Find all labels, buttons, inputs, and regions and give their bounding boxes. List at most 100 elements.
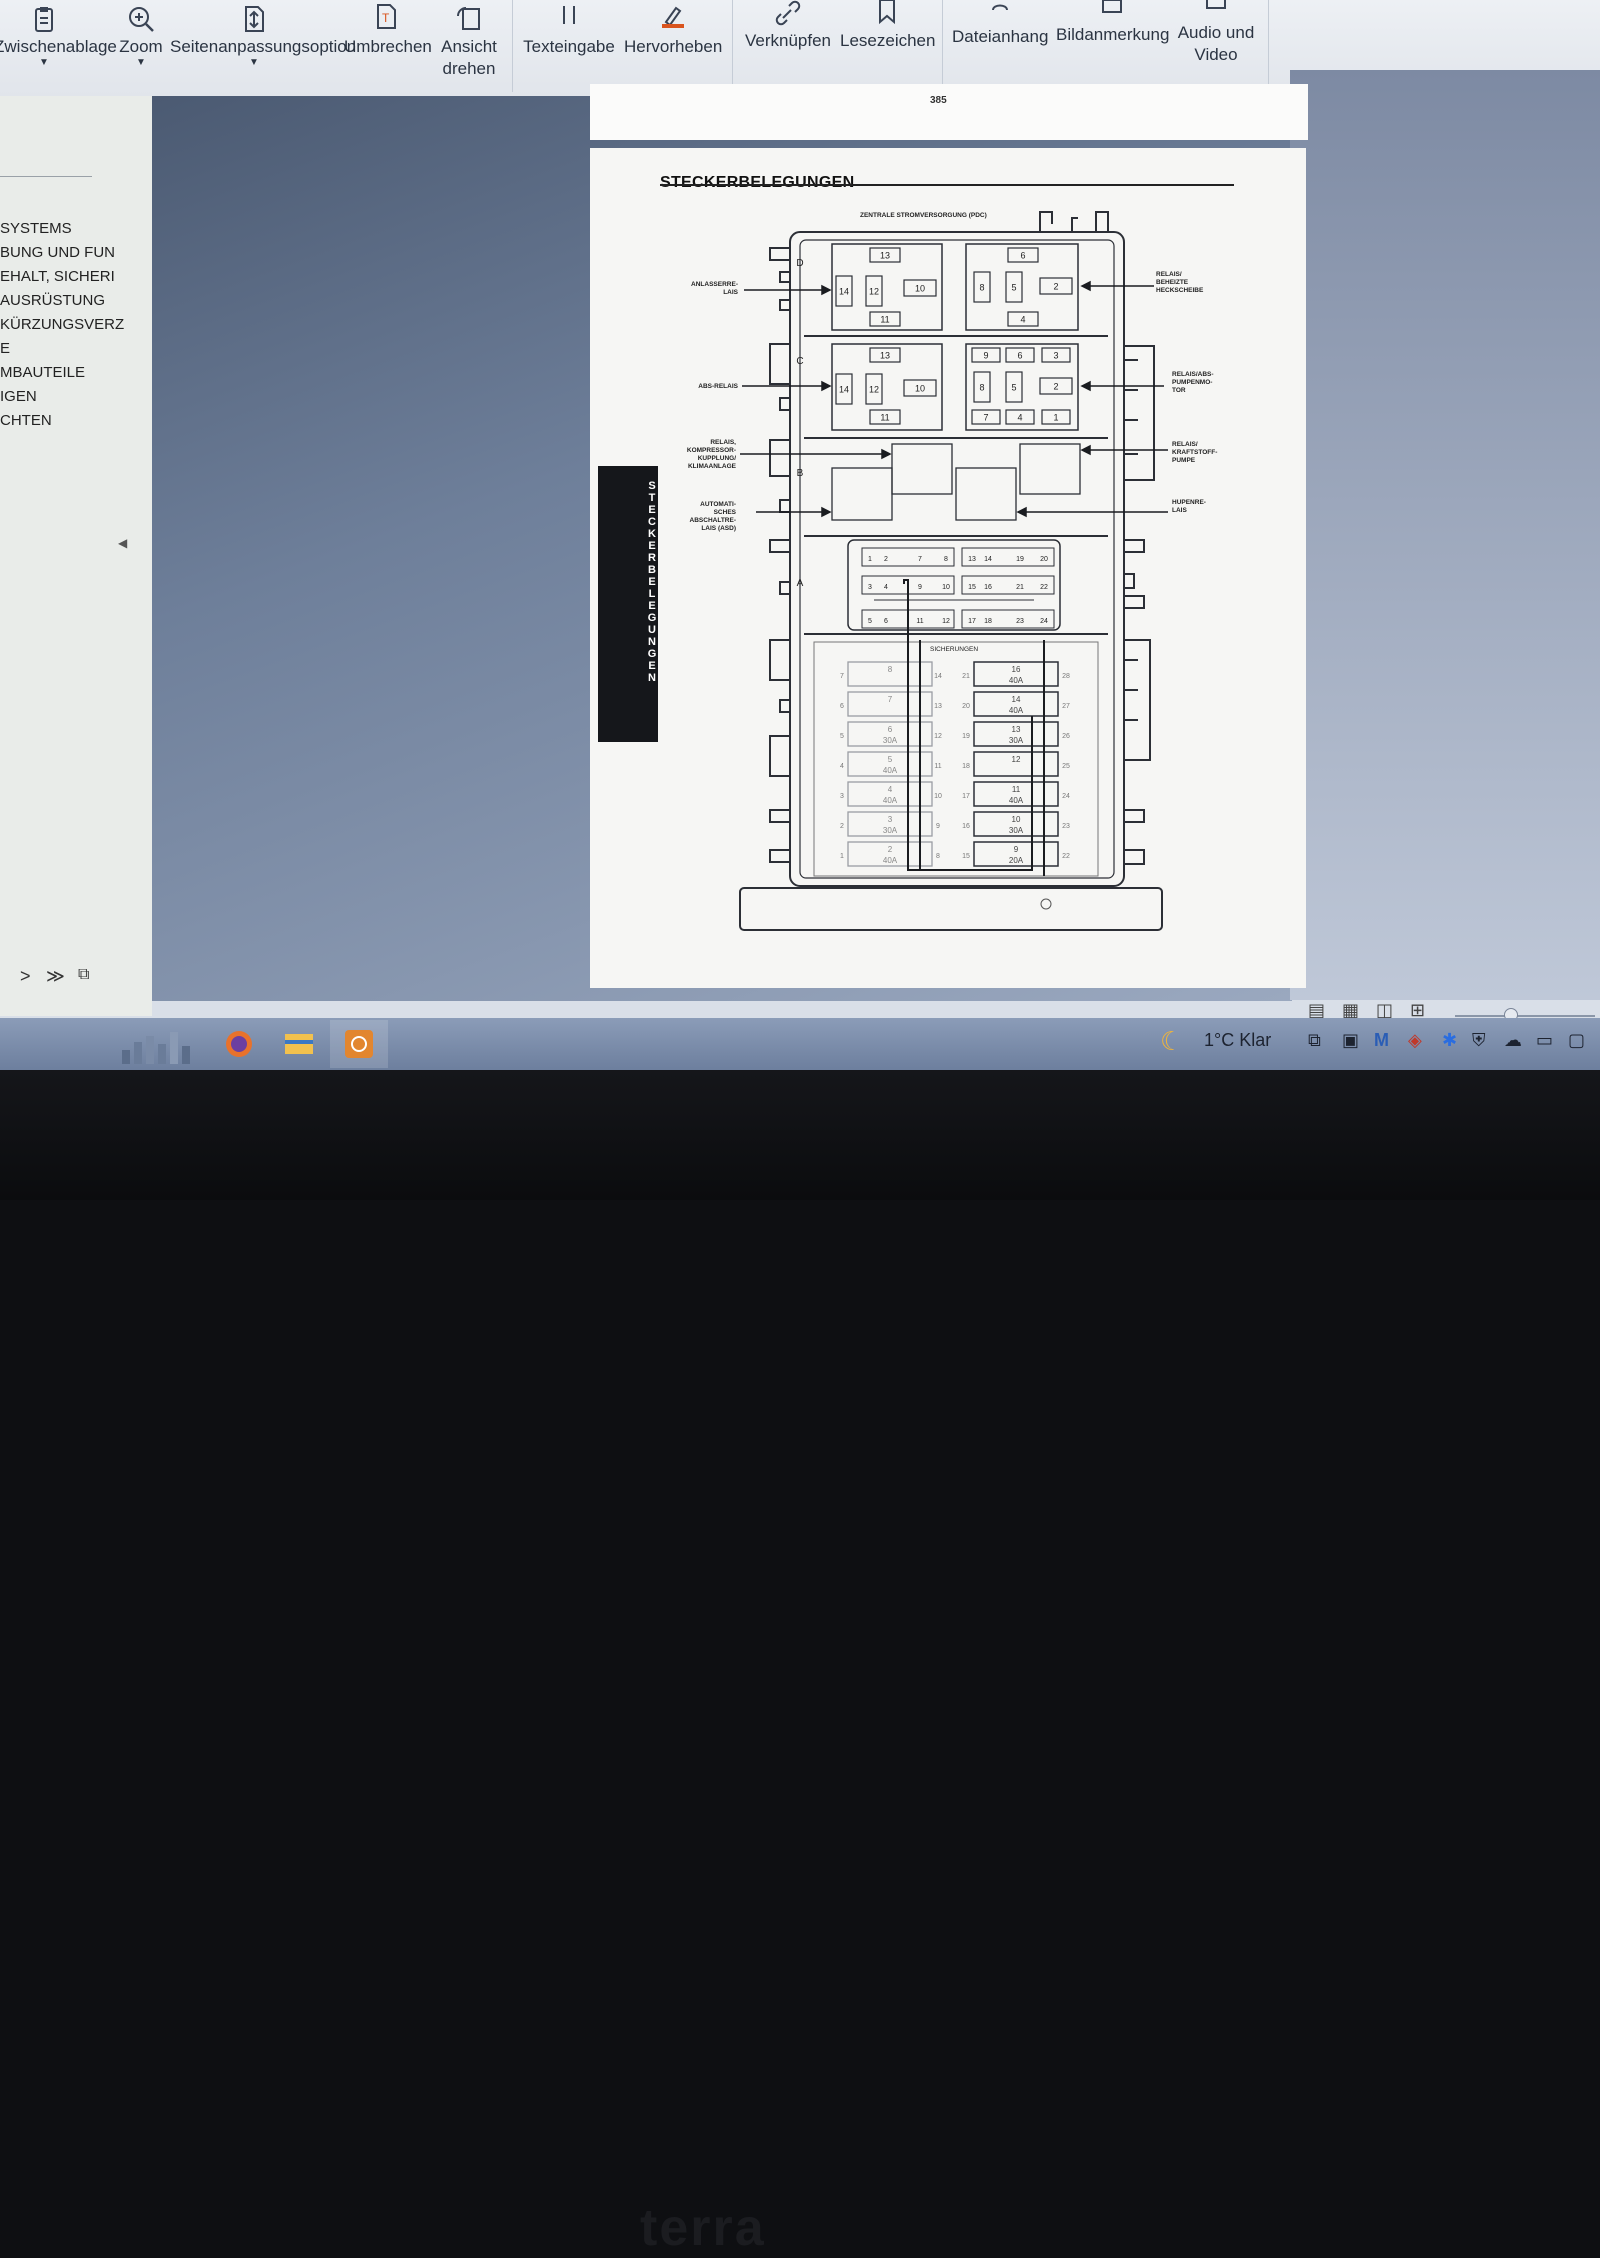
fuse-rating: 40A [883,796,898,805]
pdf-reader-taskbar-button[interactable] [330,1020,388,1068]
app-m-icon[interactable]: M [1374,1030,1389,1051]
page-fit-button[interactable]: Seitenanpassungsoption ▼ [170,0,357,92]
rotate-view-button[interactable]: Ansicht drehen [436,0,502,92]
fuse-rating: 40A [883,766,898,775]
relay-terminal-number: 13 [880,251,890,261]
clipboard-button[interactable]: Zwischenablage ▼ [0,0,117,92]
outline-item[interactable]: EHALT, SICHERI [0,268,150,285]
fuse-slot-number: 12 [934,733,942,740]
firefox-taskbar-button[interactable] [210,1020,268,1068]
fuse-slot-number: 2 [840,823,844,830]
toolbar-separator [732,0,733,92]
image-annotation-button[interactable]: Bildanmerkung [1056,0,1170,80]
copy-page-icon[interactable]: ⧉ [78,966,89,984]
left-callout-label: ABS-RELAIS [698,383,738,390]
fuse-number: 4 [888,785,893,794]
outline-item[interactable]: IGEN [0,388,150,405]
file-explorer-taskbar-button[interactable] [270,1020,328,1068]
page-fit-label: Seitenanpassungsoption [170,37,357,56]
relay-terminal-number: 8 [979,383,984,393]
relay-terminal-number: 11 [880,315,889,325]
connector-pin-number: 21 [1016,584,1024,591]
connector-pin-number: 11 [916,618,923,625]
meet-now-icon[interactable]: ⧉ [1308,1030,1321,1051]
relay-terminal-number: 7 [983,413,988,423]
zoom-button[interactable]: Zoom ▼ [116,0,166,92]
fuse-slot-number: 17 [962,793,970,800]
outline-item[interactable]: AUSRÜSTUNG [0,292,150,309]
outline-item[interactable]: MBAUTEILE [0,364,150,381]
network-folder-icon[interactable]: ▣ [1342,1030,1359,1051]
connector-pin-number: 14 [984,556,992,563]
fuse-number: 5 [888,755,893,764]
connector-pin-number: 3 [868,584,872,591]
bookmark-button[interactable]: Lesezeichen [840,0,935,86]
last-page-button[interactable]: ≫ [46,966,65,987]
fuse-number: 3 [888,815,893,824]
fuse-slot-number: 9 [936,823,940,830]
page-number: 385 [930,95,947,106]
fuse-number: 9 [1014,845,1019,854]
highlight-label: Hervorheben [624,37,723,56]
connector-pin-number: 19 [1016,556,1024,563]
outline-item[interactable]: SYSTEMS [0,220,150,237]
fuse-number: 13 [1012,725,1021,734]
highlight-button[interactable]: Hervorheben [624,0,722,92]
fuse-rating: 40A [883,856,898,865]
next-page-button[interactable]: > [20,966,31,987]
text-input-button[interactable]: Texteingabe [522,0,616,92]
pdc-diagram: ANLASSERRE-LAISABS-RELAISRELAIS,KOMPRESS… [687,211,1217,931]
svg-text:T: T [382,11,390,25]
weather-text[interactable]: 1°C Klar [1204,1030,1271,1051]
relay-terminal-number: 10 [915,284,925,294]
connector-pin-number: 17 [968,618,976,625]
right-callout-label: HUPENRE- [1172,499,1206,506]
clipboard-label: Zwischenablage [0,37,117,56]
link-button[interactable]: Verknüpfen [744,0,832,86]
outline-item[interactable]: BUNG UND FUN [0,244,150,261]
relay-terminal-number: 6 [1017,351,1022,361]
link-icon [775,0,801,26]
left-callout-label: ABSCHALTRE- [690,517,736,524]
attachment-button[interactable]: Dateianhang [952,0,1048,82]
chevron-down-icon: ▼ [249,57,259,68]
fuse-slot-number: 4 [840,763,844,770]
connector-pin-number: 2 [884,556,888,563]
connector-pin-number: 16 [984,584,992,591]
right-callout-label: BEHEIZTE [1156,279,1189,286]
outline-item[interactable]: CHTEN [0,412,150,429]
fuse-slot-number: 5 [840,733,844,740]
security-icon[interactable]: ⛨ [1472,1030,1486,1051]
fuse-number: 12 [1012,755,1021,764]
zoom-slider-track[interactable] [1455,1015,1595,1017]
previous-page [590,84,1308,140]
left-callout-label: RELAIS, [710,439,736,446]
outline-item[interactable]: KÜRZUNGSVERZ [0,316,150,333]
monitor-bezel: terra [0,1070,1600,2257]
collapse-panel-icon[interactable]: ◀ [118,536,127,550]
moon-weather-icon: ☾ [1160,1026,1184,1056]
cloud-icon[interactable]: ☁ [1504,1030,1522,1051]
fuse-slot-number: 28 [1062,673,1070,680]
chevron-down-icon: ▼ [136,57,146,68]
section-letter: B [797,468,804,479]
outline-item[interactable]: E [0,340,150,357]
image-annotation-label: Bildanmerkung [1056,25,1170,44]
right-callout-label: TOR [1172,387,1186,394]
display-icon[interactable]: ▢ [1568,1030,1585,1051]
reflow-button[interactable]: T Umbrechen [344,0,432,92]
app-tray-icon[interactable]: ◈ [1408,1030,1422,1051]
media-button[interactable]: Audio und Video [1176,0,1256,78]
connector-pin-number: 18 [984,618,992,625]
zoom-icon [129,7,154,32]
bluetooth-icon[interactable]: ✱ [1442,1030,1457,1051]
fuse-rating: 40A [1009,676,1024,685]
fuse-rating: 30A [883,826,898,835]
clipboard-icon [35,7,53,32]
fuse-slot-number: 1 [840,853,844,860]
battery-icon[interactable]: ▭ [1536,1030,1553,1051]
taskbar-widget-icon[interactable] [118,1026,204,1066]
monitor-brand-logo: terra [640,2199,766,2257]
fuse-rating: 40A [1009,706,1024,715]
highlight-icon [662,6,684,28]
